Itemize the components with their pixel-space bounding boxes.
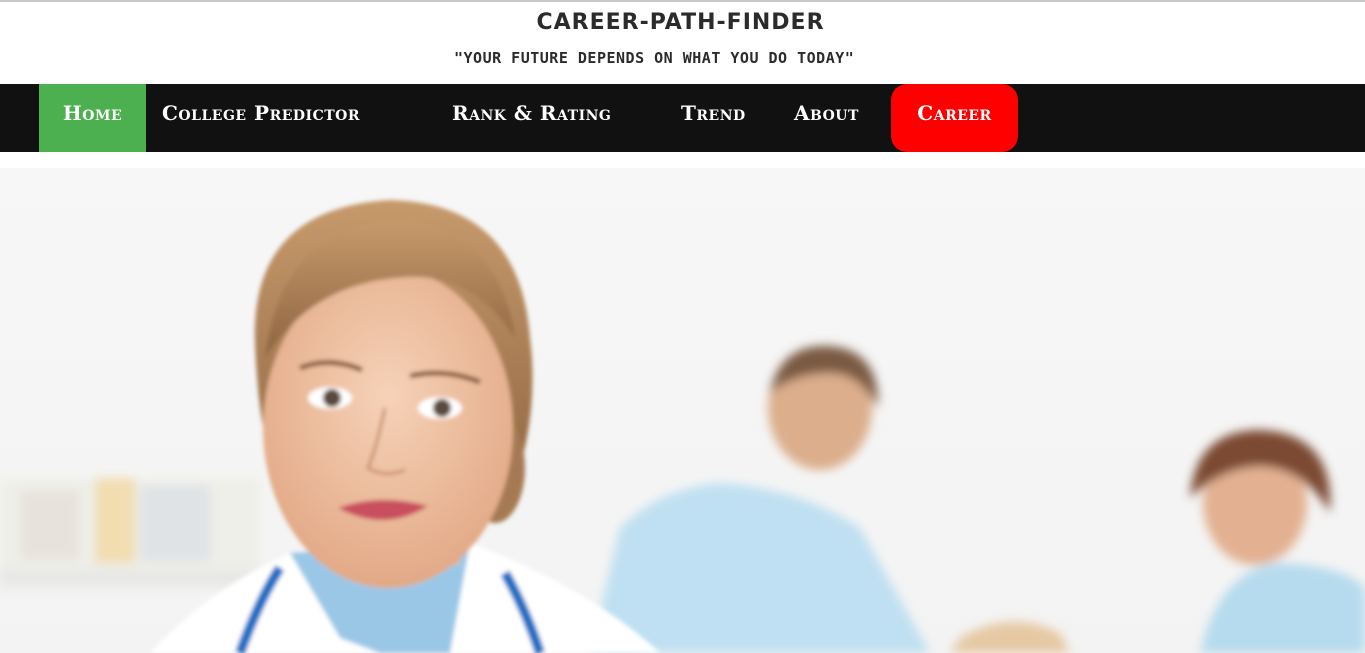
nav-career[interactable]: Career xyxy=(891,84,1018,152)
background-shelf xyxy=(0,478,260,588)
site-title: CAREER-PATH-FINDER xyxy=(536,10,825,35)
site-header: CAREER-PATH-FINDER "YOUR FUTURE DEPENDS … xyxy=(0,2,1365,84)
background-woman xyxy=(1190,430,1365,653)
hero-image xyxy=(0,168,1365,653)
nav-home[interactable]: Home xyxy=(39,84,146,152)
background-man xyxy=(590,345,1070,653)
nav-college-predictor[interactable]: College Predictor xyxy=(162,84,420,152)
site-tagline: "YOUR FUTURE DEPENDS ON WHAT YOU DO TODA… xyxy=(454,49,855,67)
main-navbar: Home College Predictor Rank & Rating Tre… xyxy=(0,84,1365,152)
nav-trend[interactable]: Trend xyxy=(681,84,763,152)
nav-about[interactable]: About xyxy=(794,84,878,152)
doctors-photo xyxy=(0,200,1365,653)
nav-rank-rating[interactable]: Rank & Rating xyxy=(452,84,652,152)
